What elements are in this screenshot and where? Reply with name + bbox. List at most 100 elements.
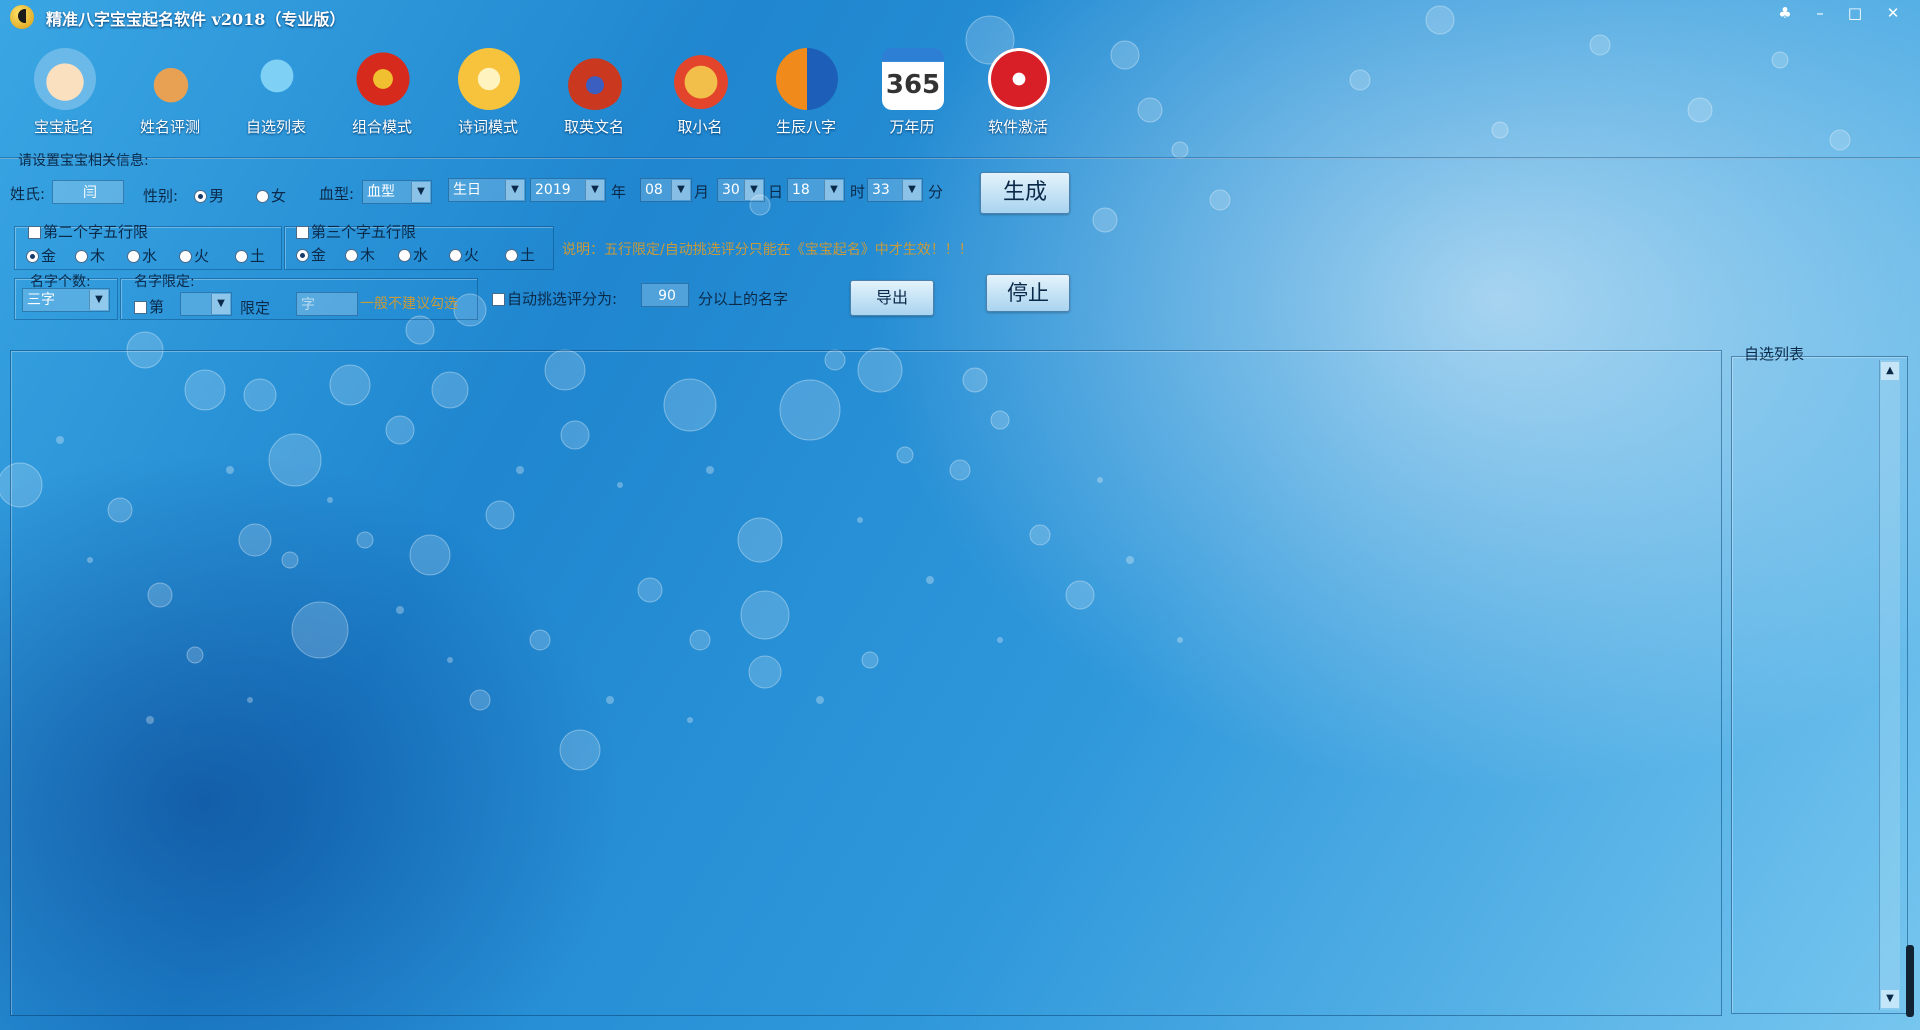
lock-icon (988, 48, 1050, 110)
checkbox-box (492, 293, 505, 306)
radio-label: 土 (250, 247, 266, 265)
window-resize-grip[interactable] (1906, 945, 1914, 1017)
section-label: 请设置宝宝相关信息: (18, 153, 149, 169)
toolbar-label: 万年历 (889, 118, 935, 136)
bird-book-icon (246, 48, 308, 110)
gender-female-radio[interactable]: 女 (256, 185, 286, 206)
day-select[interactable]: 30 ▼ (717, 178, 765, 202)
radio-label: 木 (360, 246, 376, 264)
month-select[interactable]: 08 ▼ (640, 178, 692, 202)
chevron-down-icon: ▼ (411, 182, 430, 202)
radio-label: 水 (413, 246, 429, 264)
radio-dot (345, 249, 358, 262)
toolbar-name-test[interactable]: 姓名评测 (120, 44, 220, 144)
toolbar-label: 宝宝起名 (33, 118, 94, 136)
toolbar-custom-list[interactable]: 自选列表 (226, 44, 326, 144)
toolbar-label: 组合模式 (351, 118, 412, 136)
toolbar-nickname[interactable]: 取小名 (650, 44, 750, 144)
chevron-down-icon: ▼ (902, 180, 921, 200)
gender-label: 性别: (143, 187, 179, 205)
toolbar-label: 取英文名 (563, 118, 624, 136)
second-element-metal-radio[interactable]: 金 (26, 245, 56, 266)
rabbit-icon (140, 48, 202, 110)
surname-input[interactable]: 闫 (52, 180, 124, 204)
year-unit: 年 (611, 183, 627, 201)
toolbar-combo-mode[interactable]: 组合模式 (332, 44, 432, 144)
maximize-icon[interactable]: □ (1840, 2, 1870, 24)
name-count-select[interactable]: 三字 ▼ (22, 288, 110, 312)
toolbar-label: 软件激活 (987, 118, 1048, 136)
results-panel[interactable] (10, 350, 1722, 1016)
close-icon[interactable]: ✕ (1878, 2, 1908, 24)
year-select[interactable]: 2019 ▼ (530, 178, 606, 202)
stop-button[interactable]: 停止 (986, 274, 1070, 312)
select-value: 血型 (367, 184, 395, 200)
lantern-icon (352, 48, 414, 110)
yin-yang-icon (776, 48, 838, 110)
toolbar-label: 姓名评测 (139, 118, 200, 136)
radio-dot (235, 250, 248, 263)
chevron-down-icon: ▼ (744, 180, 763, 200)
toolbar-english-name[interactable]: 取英文名 (544, 44, 644, 144)
radio-dot (296, 249, 309, 262)
third-element-wood-radio[interactable]: 木 (345, 244, 375, 265)
toolbar-baby-naming[interactable]: 宝宝起名 (14, 44, 114, 144)
third-element-earth-radio[interactable]: 土 (505, 244, 535, 265)
select-value: 33 (872, 182, 890, 198)
second-element-fire-radio[interactable]: 火 (179, 245, 209, 266)
auto-pick-checkbox[interactable]: 自动挑选评分为: (492, 288, 617, 309)
toolbar-activate[interactable]: 软件激活 (968, 44, 1068, 144)
gender-male-radio[interactable]: 男 (194, 185, 224, 206)
name-limit-char-input[interactable]: 字 (296, 292, 358, 316)
scroll-up-icon[interactable]: ▲ (1881, 362, 1899, 380)
third-element-metal-radio[interactable]: 金 (296, 244, 326, 265)
second-element-earth-radio[interactable]: 土 (235, 245, 265, 266)
export-button[interactable]: 导出 (850, 280, 934, 316)
blood-type-label: 血型: (319, 185, 355, 203)
checkbox-box (296, 226, 309, 239)
toolbar-poetry-mode[interactable]: 诗词模式 (438, 44, 538, 144)
baby-face-icon (34, 48, 96, 110)
custom-list-scrollbar[interactable]: ▲ ▼ (1879, 360, 1900, 1010)
checkbox-label: 第 (149, 298, 165, 316)
day-unit: 日 (768, 183, 784, 201)
hour-unit: 时 (850, 183, 866, 201)
second-element-wood-radio[interactable]: 木 (75, 245, 105, 266)
checkbox-label: 自动挑选评分为: (507, 290, 618, 308)
yin-yang-app-icon (10, 5, 34, 29)
radio-label: 木 (90, 247, 106, 265)
name-limit-checkbox[interactable]: 第 (134, 296, 164, 317)
window-title: 精准八字宝宝起名软件 v2018（专业版） (46, 10, 346, 29)
second-element-water-radio[interactable]: 水 (127, 245, 157, 266)
radio-dot (449, 249, 462, 262)
third-char-element-checkbox[interactable]: 第三个字五行限 (296, 221, 416, 242)
minute-select[interactable]: 33 ▼ (867, 178, 923, 202)
minimize-icon[interactable]: – (1805, 2, 1835, 24)
select-value: 30 (722, 182, 740, 198)
third-element-water-radio[interactable]: 水 (398, 244, 428, 265)
birthday-select[interactable]: 生日 ▼ (448, 178, 526, 202)
scroll-down-icon[interactable]: ▼ (1881, 990, 1899, 1008)
checkbox-label: 第三个字五行限 (311, 223, 417, 241)
blood-type-select[interactable]: 血型 ▼ (362, 180, 432, 204)
toolbar-label: 自选列表 (245, 118, 306, 136)
chevron-down-icon: ▼ (211, 294, 230, 314)
toolbar-bazi[interactable]: 生辰八字 (756, 44, 856, 144)
radio-label: 水 (142, 247, 158, 265)
radio-dot (75, 250, 88, 263)
name-limit-hint: 一般不建议勾选 (360, 296, 458, 312)
second-char-element-checkbox[interactable]: 第二个字五行限 (28, 221, 148, 242)
title-bar: 精准八字宝宝起名软件 v2018（专业版） ♣ – □ ✕ (0, 0, 1920, 32)
toolbar-calendar[interactable]: 365 万年历 (862, 44, 962, 144)
name-limit-position-select[interactable]: ▼ (180, 292, 232, 316)
auto-pick-score-input[interactable]: 90 (641, 283, 689, 307)
hour-select[interactable]: 18 ▼ (787, 178, 845, 202)
select-value: 18 (792, 182, 810, 198)
generate-button[interactable]: 生成 (980, 172, 1070, 214)
third-element-fire-radio[interactable]: 火 (449, 244, 479, 265)
restriction-note: 说明：五行限定/自动挑选评分只能在《宝宝起名》中才生效！！！ (562, 242, 973, 258)
toolbar-label: 诗词模式 (457, 118, 518, 136)
skin-icon[interactable]: ♣ (1770, 2, 1800, 24)
cartoon-face-icon (670, 48, 732, 110)
radio-dot (505, 249, 518, 262)
